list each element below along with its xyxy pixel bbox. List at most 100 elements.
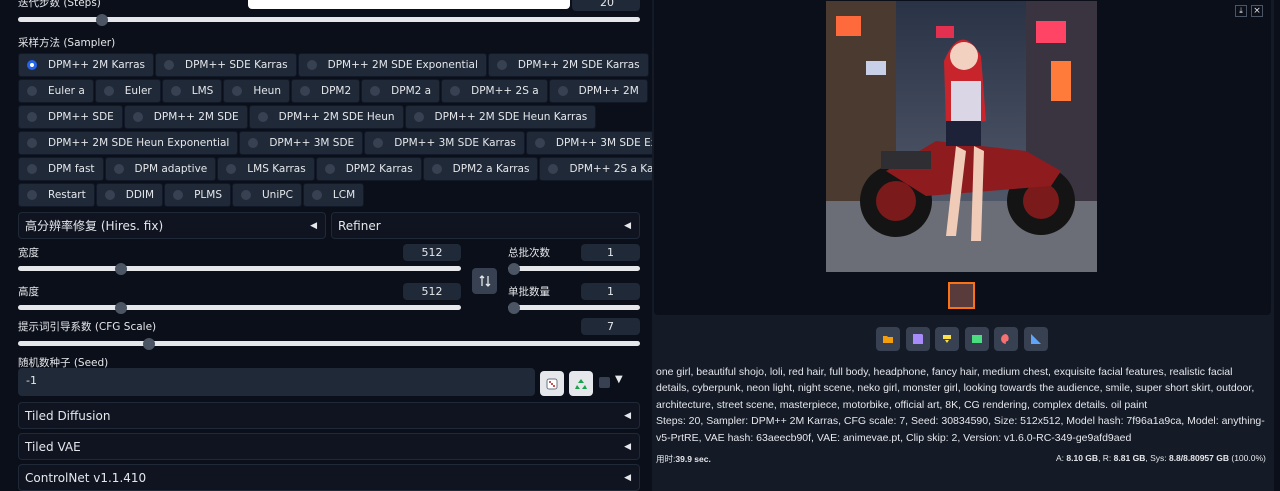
sampler-option-label: DPM++ SDE: [48, 111, 114, 123]
radio-icon: [300, 86, 310, 96]
sampler-option-label: DPM++ 2M SDE Karras: [517, 59, 640, 71]
accordion-2[interactable]: ControlNet v1.1.410 ◀: [18, 464, 640, 491]
sampler-option-label: DPM++ 2M Karras: [48, 59, 145, 71]
sampler-option[interactable]: DPM2 a: [361, 79, 441, 103]
radio-icon: [306, 60, 317, 70]
triangle-ruler-icon: [1030, 334, 1041, 344]
sampler-option[interactable]: Restart: [18, 183, 95, 207]
seed-input[interactable]: -1: [18, 368, 535, 396]
sampler-option[interactable]: DPM adaptive: [104, 157, 217, 181]
triangle-ruler-button[interactable]: [1023, 327, 1048, 351]
sampler-option-label: LCM: [332, 189, 356, 201]
mem-r-value: 8.81 GB: [1113, 453, 1146, 463]
cfg-slider[interactable]: [18, 337, 640, 350]
sampler-option[interactable]: LCM: [302, 183, 365, 207]
mem-r-label: R:: [1102, 453, 1112, 463]
sampler-option[interactable]: DDIM: [95, 183, 164, 207]
sampler-option[interactable]: DPM2 Karras: [315, 157, 422, 181]
accordion-1[interactable]: Tiled VAE ◀: [18, 433, 640, 460]
sampler-option[interactable]: DPM++ 2M Karras: [18, 53, 154, 77]
sampler-row: DPM++ SDE DPM++ 2M SDE DPM++ 2M SDE Heun DP…: [18, 105, 640, 131]
sampler-option[interactable]: DPM++ 2M SDE Exponential: [297, 53, 487, 77]
sampler-option[interactable]: DPM++ 2M: [548, 79, 648, 103]
download-icon[interactable]: ⤓: [1235, 5, 1247, 17]
sampler-option[interactable]: DPM++ 2M SDE Heun: [248, 105, 404, 129]
sampler-option[interactable]: PLMS: [164, 183, 231, 207]
steps-slider[interactable]: [18, 13, 640, 26]
sampler-option[interactable]: Euler a: [18, 79, 94, 103]
reuse-seed-button[interactable]: [569, 371, 593, 396]
cfg-slider-thumb[interactable]: [143, 337, 155, 350]
sampler-option[interactable]: DPM++ 2M SDE Karras: [487, 53, 649, 77]
sampler-option[interactable]: DPM2: [291, 79, 361, 103]
save-button[interactable]: [905, 327, 930, 351]
sampler-row: DPM++ 2M Karras DPM++ SDE Karras DPM++ 2M …: [18, 53, 649, 79]
palette-icon: [1001, 334, 1009, 344]
sampler-option-label: DPM2 a: [391, 85, 432, 97]
width-slider-thumb[interactable]: [115, 262, 127, 275]
random-seed-button[interactable]: [540, 371, 564, 396]
batch-count-slider[interactable]: [508, 262, 640, 275]
radio-icon: [557, 86, 568, 96]
steps-number-input[interactable]: 20: [572, 0, 640, 11]
sampler-option-label: DPM++ 2M SDE: [153, 111, 239, 123]
extra-seed-dropdown-icon[interactable]: ▼: [615, 374, 623, 385]
sampler-option[interactable]: DPM++ 3M SDE: [239, 131, 364, 155]
sampler-option[interactable]: DPM fast: [18, 157, 104, 181]
steps-slider-thumb[interactable]: [96, 13, 108, 26]
close-icon[interactable]: ×: [1251, 5, 1263, 17]
extra-seed-checkbox[interactable]: [599, 377, 610, 388]
zip-button[interactable]: [935, 327, 959, 351]
sampler-option[interactable]: UniPC: [231, 183, 302, 207]
batch-count-input[interactable]: 1: [581, 244, 640, 261]
sampler-option[interactable]: Euler: [94, 79, 161, 103]
mem-sys-percent: (100.0%): [1231, 453, 1266, 463]
sampler-option[interactable]: Heun: [223, 79, 290, 103]
sampler-option-label: Euler: [124, 85, 152, 97]
radio-icon: [173, 190, 184, 200]
hires-fix-accordion[interactable]: 高分辨率修复 (Hires. fix) ◀: [18, 212, 326, 239]
radio-icon: [163, 60, 174, 70]
radio-icon: [113, 164, 124, 174]
steps-overlay-box: [248, 0, 570, 9]
radio-icon: [311, 190, 322, 200]
sampler-option[interactable]: DPM++ SDE Karras: [154, 53, 297, 77]
width-label: 宽度: [18, 247, 39, 259]
sampler-option[interactable]: DPM2 a Karras: [422, 157, 539, 181]
sampler-option[interactable]: DPM++ SDE: [18, 105, 123, 129]
batch-size-slider-thumb[interactable]: [508, 301, 520, 314]
swap-dimensions-button[interactable]: [472, 268, 497, 294]
height-slider-thumb[interactable]: [115, 301, 127, 314]
sampler-row: Euler a Euler LMS Heun DPM2 DPM2 a DPM++ 2S a D…: [18, 79, 648, 105]
palette-button[interactable]: [994, 327, 1018, 351]
sampler-row: DPM++ 2M SDE Heun Exponential DPM++ 3M SD…: [18, 131, 716, 157]
sampler-option[interactable]: LMS: [161, 79, 223, 103]
folder-button[interactable]: [876, 327, 900, 351]
folder-icon: [883, 336, 893, 343]
cfg-label: 提示词引导系数 (CFG Scale): [18, 321, 157, 333]
height-label: 高度: [18, 286, 39, 298]
cfg-number-input[interactable]: 7: [581, 318, 640, 335]
gallery-thumbnail[interactable]: [948, 282, 975, 309]
refiner-accordion[interactable]: Refiner ◀: [331, 212, 640, 239]
accordion-label: Tiled Diffusion: [25, 408, 111, 423]
sampler-option[interactable]: DPM++ 2M SDE Heun Karras: [404, 105, 597, 129]
sampler-option[interactable]: DPM++ 2S a: [441, 79, 548, 103]
height-number-input[interactable]: 512: [403, 283, 461, 300]
sampler-option[interactable]: DPM++ 2M SDE: [123, 105, 248, 129]
generated-image[interactable]: [826, 1, 1097, 272]
width-slider[interactable]: [18, 262, 461, 275]
radio-icon: [450, 86, 461, 96]
batch-count-slider-thumb[interactable]: [508, 262, 520, 275]
sampler-option[interactable]: LMS Karras: [217, 157, 315, 181]
memory-stats: A: 8.10 GB, R: 8.81 GB, Sys: 8.8/8.80957…: [1056, 453, 1266, 463]
batch-size-slider[interactable]: [508, 301, 640, 314]
image-button[interactable]: [964, 327, 989, 351]
swap-arrows-icon: [479, 275, 490, 287]
accordion-0[interactable]: Tiled Diffusion ◀: [18, 402, 640, 429]
sampler-option[interactable]: DPM++ 3M SDE Karras: [364, 131, 525, 155]
batch-size-input[interactable]: 1: [581, 283, 640, 300]
height-slider[interactable]: [18, 301, 461, 314]
sampler-option[interactable]: DPM++ 2M SDE Heun Exponential: [18, 131, 239, 155]
width-number-input[interactable]: 512: [403, 244, 461, 261]
